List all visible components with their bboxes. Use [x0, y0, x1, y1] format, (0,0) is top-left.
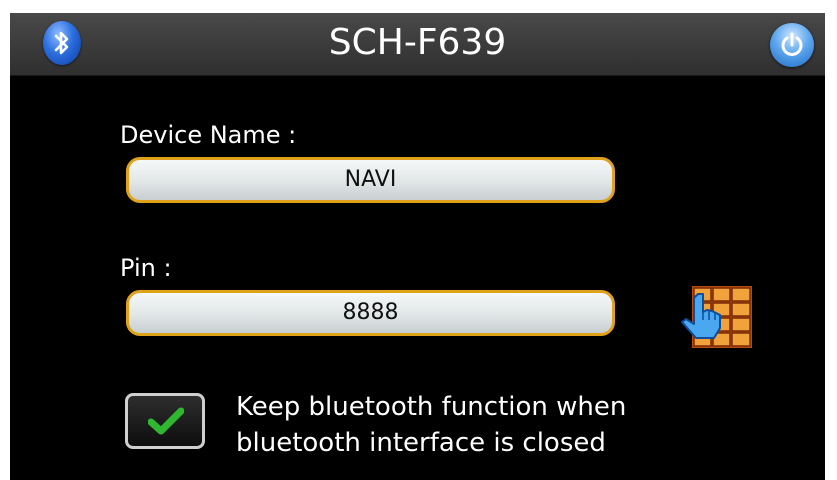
bluetooth-settings-screen: SCH-F639 Device Name : NAVI Pin : 8888 K…: [10, 13, 825, 480]
keypad-touch-icon[interactable]: [676, 286, 752, 348]
check-icon: [148, 407, 184, 435]
keep-bluetooth-label: Keep bluetooth function when bluetooth i…: [236, 389, 696, 461]
power-icon: [781, 32, 803, 56]
pin-field[interactable]: 8888: [126, 290, 615, 336]
power-button[interactable]: [770, 23, 814, 67]
title-bar: SCH-F639: [10, 13, 825, 76]
device-name-field[interactable]: NAVI: [126, 157, 615, 203]
keep-bluetooth-label-line1: Keep bluetooth function when: [236, 392, 627, 422]
device-name-label: Device Name :: [120, 121, 297, 149]
keep-bluetooth-label-line2: bluetooth interface is closed: [236, 428, 606, 458]
keep-bluetooth-checkbox[interactable]: [125, 393, 205, 449]
page-title: SCH-F639: [328, 22, 507, 63]
pin-label: Pin :: [120, 254, 172, 282]
